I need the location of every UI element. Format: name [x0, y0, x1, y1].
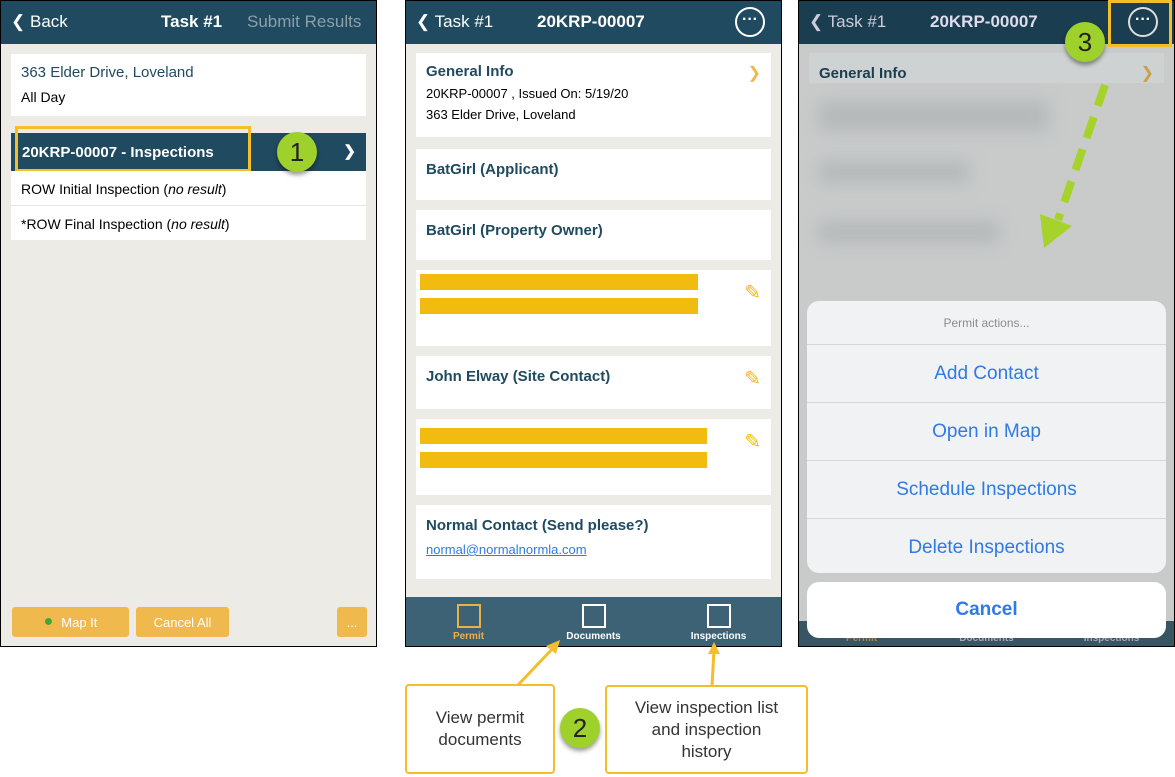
blurred-content — [819, 101, 1049, 131]
blurred-content — [819, 161, 969, 183]
open-in-map-action[interactable]: Open in Map — [807, 402, 1166, 460]
inspection-row[interactable]: *ROW Final Inspection (no result) — [11, 206, 366, 240]
general-info-card[interactable]: General Info 20KRP-00007 , Issued On: 5/… — [416, 53, 771, 137]
highlight-box — [15, 126, 251, 172]
pencil-icon[interactable]: ✎ — [744, 366, 761, 391]
time: All Day — [21, 89, 66, 105]
action-sheet-title: Permit actions... — [943, 315, 1030, 330]
chevron-right-icon: ❯ — [1140, 65, 1154, 82]
dashed-arrow — [1040, 83, 1109, 248]
map-pin-icon: ● — [43, 613, 54, 630]
permit-issued: 20KRP-00007 , Issued On: 5/19/20 — [426, 86, 629, 101]
chevron-left-icon: ❮ — [809, 12, 824, 31]
back-label: Task #1 — [827, 12, 887, 31]
callout-documents: View permit documents — [405, 684, 555, 774]
redacted-contact-card[interactable]: ✎ — [416, 270, 771, 346]
inspection-status: no result — [171, 216, 225, 232]
redaction-bar — [420, 428, 707, 444]
highlight-box — [1108, 0, 1172, 47]
screen-task: ❮ Back Task #1 Submit Results 363 Elder … — [0, 0, 377, 647]
back-label: Back — [29, 12, 68, 31]
nav-bar: ❮ Task #1 20KRP-00007 ··· — [406, 1, 781, 44]
document-icon — [456, 604, 481, 628]
arrow-line — [1054, 83, 1109, 222]
arrow-head — [708, 642, 720, 654]
step-1-badge: 1 — [277, 132, 317, 172]
address: 363 Elder Drive, Loveland — [21, 64, 194, 81]
back-button[interactable]: ❮ Back — [11, 12, 68, 32]
action-sheet: Permit actions... Add Contact Open in Ma… — [807, 301, 1166, 573]
chevron-right-icon: ❯ — [343, 143, 356, 160]
more-options-button[interactable]: ··· — [735, 7, 765, 37]
redaction-bar — [420, 452, 707, 468]
page-title: 20KRP-00007 — [537, 12, 645, 31]
permit-address: 363 Elder Drive, Loveland — [426, 107, 576, 122]
cancel-all-button[interactable]: Cancel All — [136, 607, 229, 637]
redaction-bar — [420, 298, 698, 314]
address-card[interactable]: 363 Elder Drive, Loveland All Day — [11, 54, 366, 116]
delete-inspections-action[interactable]: Delete Inspections — [807, 518, 1166, 573]
redacted-contact-card[interactable]: ✎ — [416, 419, 771, 495]
general-info-title: General Info — [426, 63, 514, 80]
page-title: Task #1 — [161, 12, 223, 31]
submit-results-button[interactable]: Submit Results — [247, 12, 361, 32]
contact-name: John Elway (Site Contact) — [426, 368, 611, 385]
page-title: 20KRP-00007 — [930, 12, 1038, 31]
document-icon — [706, 604, 731, 628]
step-2-badge: 2 — [560, 708, 600, 748]
schedule-inspections-action[interactable]: Schedule Inspections — [807, 460, 1166, 518]
chevron-left-icon: ❮ — [11, 12, 26, 31]
back-button[interactable]: ❮ Task #1 — [416, 12, 493, 32]
back-button[interactable]: ❮ Task #1 — [809, 12, 886, 32]
screen-permit: ❮ Task #1 20KRP-00007 ··· General Info 2… — [405, 0, 782, 647]
more-button[interactable]: ... — [337, 607, 367, 637]
nav-bar: ❮ Back Task #1 Submit Results — [1, 1, 376, 44]
ellipsis-icon: ··· — [742, 11, 758, 28]
map-it-button[interactable]: ● Map It — [12, 607, 129, 637]
inspection-status: no result — [168, 181, 222, 197]
arrow-line — [710, 649, 716, 687]
back-label: Task #1 — [434, 12, 494, 31]
contact-card[interactable]: Normal Contact (Send please?) normal@nor… — [416, 505, 771, 579]
inspection-name: ROW Initial Inspection — [21, 181, 160, 197]
contact-card[interactable]: BatGirl (Applicant) — [416, 149, 771, 200]
paren: ) — [221, 181, 227, 197]
map-it-label: Map It — [61, 614, 98, 630]
step-3-badge: 3 — [1065, 22, 1105, 62]
pencil-icon[interactable]: ✎ — [744, 280, 761, 305]
redaction-bar — [420, 274, 698, 290]
general-info-title: General Info — [819, 65, 907, 82]
contact-name: Normal Contact (Send please?) — [426, 517, 649, 534]
inspection-row[interactable]: ROW Initial Inspection (no result) — [11, 171, 366, 206]
arrow-line — [516, 644, 557, 687]
contact-card[interactable]: BatGirl (Property Owner) — [416, 210, 771, 260]
email-link[interactable]: normal@normalnormla.com — [426, 542, 761, 557]
blurred-content — [819, 221, 999, 243]
add-contact-action[interactable]: Add Contact — [807, 344, 1166, 402]
general-info-card: General Info ❯ — [809, 53, 1164, 83]
contact-card[interactable]: John Elway (Site Contact) ✎ — [416, 356, 771, 409]
cancel-button[interactable]: Cancel — [807, 582, 1166, 638]
callout-inspections: View inspection list and inspection hist… — [605, 685, 808, 774]
pencil-icon[interactable]: ✎ — [744, 429, 761, 454]
paren: ) — [224, 216, 230, 232]
inspection-name: *ROW Final Inspection — [21, 216, 163, 232]
document-icon — [581, 604, 606, 628]
chevron-left-icon: ❮ — [416, 12, 431, 31]
chevron-right-icon: ❯ — [747, 65, 761, 82]
